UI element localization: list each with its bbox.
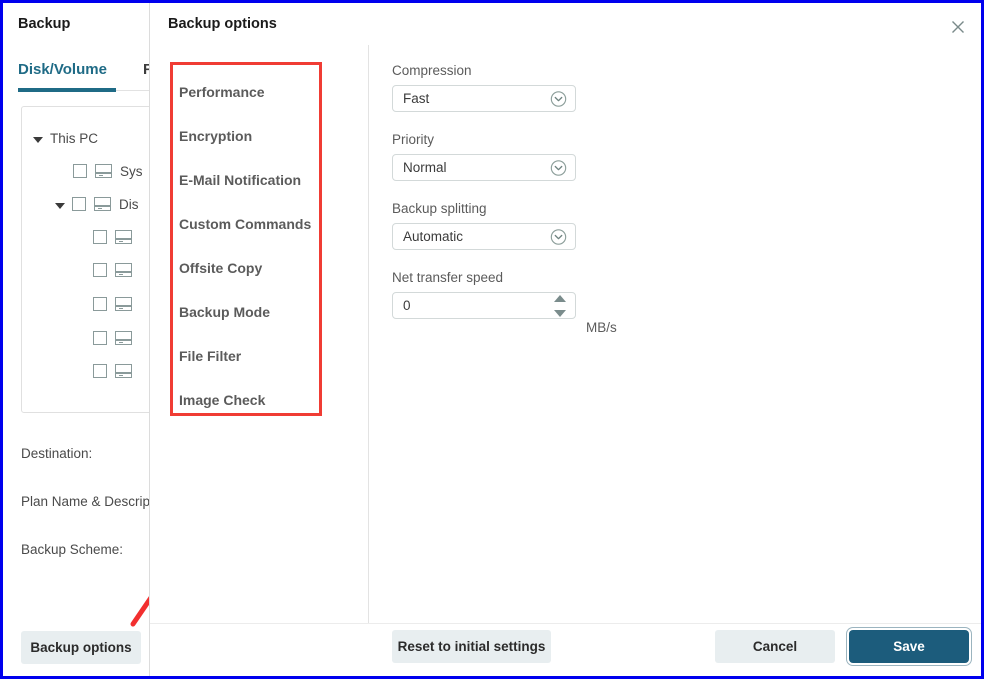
disk-icon — [115, 263, 132, 277]
compression-select[interactable]: Fast — [392, 85, 576, 112]
backup-options-button[interactable]: Backup options — [21, 631, 141, 664]
nav-item-file-filter[interactable]: File Filter — [179, 334, 322, 378]
expand-triangle-icon[interactable] — [55, 203, 65, 209]
net-transfer-speed-input[interactable]: 0 — [392, 292, 576, 319]
nav-item-image-check[interactable]: Image Check — [179, 378, 322, 422]
footer-divider — [150, 623, 982, 624]
tree-item-this-pc[interactable]: This PC — [33, 127, 98, 149]
destination-label: Destination: — [21, 446, 92, 461]
nav-item-encryption[interactable]: Encryption — [179, 114, 322, 158]
plan-name-label: Plan Name & Descrip — [21, 494, 149, 509]
backup-splitting-field: Backup splitting Automatic — [392, 201, 692, 250]
disk-icon — [115, 331, 132, 345]
screenshot-root: Backup Disk/Volume F This PC Sys Dis — [0, 0, 984, 679]
tree-item-system[interactable]: Sys — [73, 160, 143, 182]
save-button[interactable]: Save — [849, 630, 969, 663]
disk-icon — [115, 230, 132, 244]
tree-checkbox[interactable] — [93, 331, 107, 345]
cancel-button[interactable]: Cancel — [715, 630, 835, 663]
tree-checkbox[interactable] — [72, 197, 86, 211]
close-icon-glyph — [951, 20, 965, 34]
expand-triangle-icon[interactable] — [33, 137, 43, 143]
tree-item-label: Sys — [120, 164, 143, 179]
tree-item-volume[interactable] — [93, 293, 140, 315]
compression-label: Compression — [392, 63, 692, 78]
disk-icon — [115, 364, 132, 378]
chevron-down-icon — [550, 90, 567, 107]
tree-item-volume[interactable] — [93, 226, 140, 248]
tree-item-label: Dis — [119, 197, 139, 212]
disk-icon — [95, 164, 112, 178]
nav-item-custom-commands[interactable]: Custom Commands — [179, 202, 322, 246]
nav-item-email-notification[interactable]: E-Mail Notification — [179, 158, 322, 202]
net-transfer-speed-unit: MB/s — [586, 320, 617, 335]
dialog-nav-list: Performance Encryption E-Mail Notificati… — [170, 62, 322, 416]
net-transfer-speed-value: 0 — [393, 298, 411, 313]
nav-item-offsite-copy[interactable]: Offsite Copy — [179, 246, 322, 290]
spinner-stepper[interactable] — [553, 295, 567, 317]
backup-options-dialog: Backup options Performance Encryption E-… — [149, 3, 981, 676]
backup-splitting-value: Automatic — [393, 229, 463, 244]
tree-item-volume[interactable] — [93, 327, 140, 349]
performance-form: Compression Fast Priority Normal — [392, 63, 692, 339]
tree-item-volume[interactable] — [93, 360, 140, 382]
chevron-down-icon — [550, 228, 567, 245]
chevron-down-icon — [550, 159, 567, 176]
dialog-title: Backup options — [168, 16, 277, 32]
backup-scheme-label: Backup Scheme: — [21, 542, 123, 557]
compression-value: Fast — [393, 91, 429, 106]
spinner-up-icon[interactable] — [554, 295, 566, 302]
compression-field: Compression Fast — [392, 63, 692, 112]
tree-item-disk[interactable]: Dis — [55, 193, 139, 215]
tree-item-label: This PC — [50, 131, 98, 146]
priority-select[interactable]: Normal — [392, 154, 576, 181]
tree-checkbox[interactable] — [93, 230, 107, 244]
priority-value: Normal — [393, 160, 447, 175]
disk-icon — [115, 297, 132, 311]
net-transfer-speed-field: Net transfer speed 0 — [392, 270, 692, 319]
backup-splitting-select[interactable]: Automatic — [392, 223, 576, 250]
tab-active-underline — [18, 88, 116, 92]
close-icon[interactable] — [943, 13, 973, 41]
background-application: Backup Disk/Volume F This PC Sys Dis — [3, 3, 149, 676]
tab-disk-volume[interactable]: Disk/Volume — [18, 61, 107, 78]
tree-item-volume[interactable] — [93, 259, 140, 281]
nav-item-performance[interactable]: Performance — [179, 70, 322, 114]
tree-checkbox[interactable] — [73, 164, 87, 178]
nav-item-backup-mode[interactable]: Backup Mode — [179, 290, 322, 334]
tree-checkbox[interactable] — [93, 297, 107, 311]
backup-splitting-label: Backup splitting — [392, 201, 692, 216]
tree-checkbox[interactable] — [93, 364, 107, 378]
spinner-down-icon[interactable] — [554, 310, 566, 317]
panel-divider — [368, 45, 369, 623]
disk-icon — [94, 197, 111, 211]
net-transfer-speed-label: Net transfer speed — [392, 270, 692, 285]
priority-field: Priority Normal — [392, 132, 692, 181]
priority-label: Priority — [392, 132, 692, 147]
app-title: Backup — [18, 16, 70, 32]
reset-to-initial-settings-button[interactable]: Reset to initial settings — [392, 630, 551, 663]
tree-checkbox[interactable] — [93, 263, 107, 277]
